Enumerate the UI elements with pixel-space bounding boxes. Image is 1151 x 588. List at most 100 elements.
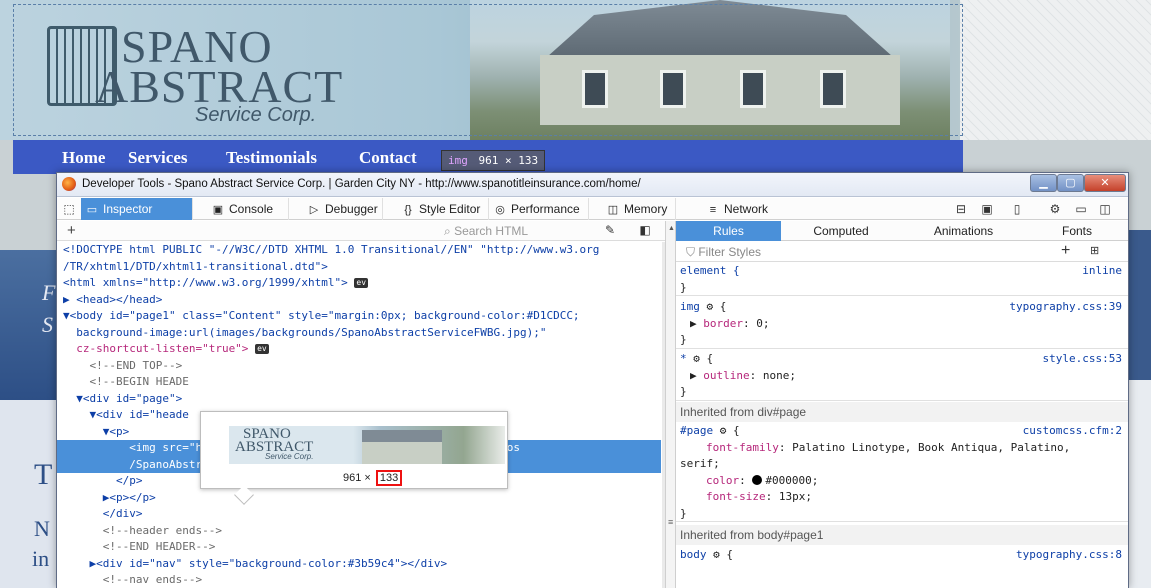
rule-source[interactable]: customcss.cfm:2 <box>1023 423 1122 440</box>
tree-line[interactable]: <!--BEGIN HEADE <box>57 374 661 391</box>
content-letter: N <box>34 516 50 541</box>
tree-line[interactable]: ▼<body id="page1" class="Content" style=… <box>57 308 661 325</box>
rule-selector[interactable]: * ⚙ {style.css:53 <box>676 351 1128 368</box>
nav-home[interactable]: Home <box>62 148 105 168</box>
event-badge[interactable]: ev <box>354 278 369 288</box>
tab-memory[interactable]: ◫ Memory <box>602 198 676 220</box>
tree-line[interactable]: ▶ <head></head> <box>57 292 661 309</box>
rule-property[interactable]: font-size: 13px; <box>676 489 1128 506</box>
tree-line[interactable]: </div> <box>57 506 661 523</box>
close-button[interactable]: ✕ <box>1084 174 1126 192</box>
console-icon: ▣ <box>212 204 224 216</box>
inherited-header: Inherited from body#page1 <box>676 525 1128 545</box>
tree-line[interactable]: <!--END TOP--> <box>57 358 661 375</box>
tree-line[interactable]: ▶<div id="nav" style="background-color:#… <box>57 556 661 573</box>
rule-property-cont: serif; <box>680 457 720 470</box>
responsive-mode-icon[interactable]: ▣ <box>979 201 995 217</box>
rule-selector[interactable]: element {inline <box>676 263 1128 280</box>
tree-line[interactable]: <!DOCTYPE html PUBLIC "-//W3C//DTD XHTML… <box>57 242 661 259</box>
rule-property[interactable]: ▶ border: 0; <box>676 316 1128 333</box>
markup-toolbar: + ⌕ Search HTML ✎ ◧ <box>57 221 665 241</box>
rule-source[interactable]: typography.css:8 <box>1016 547 1122 564</box>
sidebar-toggle-icon[interactable]: ◧ <box>637 222 653 238</box>
rule-gear-icon[interactable]: ⚙ <box>693 352 700 365</box>
add-rule-button[interactable]: + <box>1061 242 1070 260</box>
devtools-titlebar[interactable]: Developer Tools - Spano Abstract Service… <box>57 173 1128 197</box>
tab-computed[interactable]: Computed <box>781 221 901 241</box>
devtools-toolbar: ⬚ ▭ Inspector ▣ Console ▷ Debugger {} Style … <box>57 198 1128 220</box>
nav-contact[interactable]: Contact <box>359 148 417 168</box>
tab-performance[interactable]: ◎ Performance <box>489 198 589 220</box>
site-content-left: T N in <box>0 400 60 588</box>
rule-property[interactable]: color: #000000; <box>676 473 1128 490</box>
splitter-grip-icon: ≡ <box>668 517 674 527</box>
window-title: Developer Tools - Spano Abstract Service… <box>82 178 641 190</box>
rule-gear-icon[interactable]: ⚙ <box>720 424 727 437</box>
tab-fonts[interactable]: Fonts <box>1026 221 1128 241</box>
tree-line[interactable]: <html xmlns="http://www.w3.org/1999/xhtm… <box>57 275 661 292</box>
tree-line[interactable]: background-image:url(images/backgrounds/… <box>57 325 661 342</box>
content-letter: in <box>32 546 50 571</box>
tree-line[interactable]: <!--nav ends--> <box>57 572 661 588</box>
image-preview-tooltip: SPANO ABSTRACT Service Corp. 961 × 133 <box>200 411 508 505</box>
screenshot-icon[interactable]: ▯ <box>1009 201 1025 217</box>
rules-tabs: Rules Computed Animations Fonts <box>676 221 1128 241</box>
network-icon: ≡ <box>709 204 717 216</box>
rule-selector[interactable]: img ⚙ {typography.css:39 <box>676 299 1128 316</box>
element-size-badge: img 961 × 133 <box>441 150 546 171</box>
rule-close: } <box>676 332 1128 349</box>
tab-inspector[interactable]: ▭ Inspector <box>81 198 193 220</box>
tree-line[interactable]: /TR/xhtml1/DTD/xhtml1-transitional.dtd"> <box>57 259 661 276</box>
tab-rules[interactable]: Rules <box>676 221 781 241</box>
tab-animations[interactable]: Animations <box>901 221 1026 241</box>
site-header: SPANO ABSTRACT Service Corp. <box>0 0 1151 140</box>
rule-selector[interactable]: body ⚙ {typography.css:8 <box>676 547 1128 564</box>
pick-element-icon[interactable]: ⬚ <box>61 201 77 217</box>
filter-styles-input[interactable]: ⛉ Filter Styles + ⊞ <box>676 242 1128 262</box>
css-rules-list: element {inline } img ⚙ {typography.css:… <box>676 263 1128 588</box>
rule-source[interactable]: inline <box>1082 263 1122 280</box>
firefox-icon <box>62 177 76 191</box>
event-badge[interactable]: ev <box>255 344 269 354</box>
blueprint-graphic <box>960 0 1151 140</box>
search-html-input[interactable]: ⌕ Search HTML <box>444 222 594 240</box>
rule-property[interactable]: font-family: Palatino Linotype, Book Ant… <box>676 440 1128 457</box>
markup-panel: + ⌕ Search HTML ✎ ◧ <!DOCTYPE html PUBLI… <box>57 221 666 588</box>
tab-debugger[interactable]: ▷ Debugger <box>303 198 383 220</box>
search-icon: ⌕ <box>444 224 455 238</box>
tree-line[interactable]: <!--header ends--> <box>57 523 661 540</box>
badge-dims: 961 × 133 <box>478 154 539 167</box>
dock-side-icon[interactable]: ◫ <box>1097 201 1113 217</box>
tab-console[interactable]: ▣ Console <box>207 198 289 220</box>
rule-source[interactable]: typography.css:39 <box>1009 299 1122 316</box>
tree-line[interactable]: ▼<div id="page"> <box>57 391 661 408</box>
rule-property[interactable]: ▶ outline: none; <box>676 368 1128 385</box>
scroll-up-icon[interactable]: ▲ <box>668 225 675 232</box>
nav-services[interactable]: Services <box>128 148 187 168</box>
rule-selector[interactable]: #page ⚙ {customcss.cfm:2 <box>676 423 1128 440</box>
tree-line[interactable]: <!--END HEADER--> <box>57 539 661 556</box>
settings-gear-icon[interactable]: ⚙ <box>1047 201 1063 217</box>
eyedropper-icon[interactable]: ✎ <box>602 222 618 238</box>
nav-testimonials[interactable]: Testimonials <box>226 148 317 168</box>
tree-line[interactable]: ▶<p></p> <box>57 490 661 507</box>
split-console-icon[interactable]: ⊟ <box>953 201 969 217</box>
toggle-pseudo-classes-icon[interactable]: ⊞ <box>1090 244 1099 257</box>
rule-gear-icon[interactable]: ⚙ <box>707 300 714 313</box>
site-left-panel: F S <box>0 250 60 400</box>
tab-network[interactable]: ≡ Network <box>702 198 782 220</box>
rule-source[interactable]: style.css:53 <box>1043 351 1122 368</box>
rule-close: } <box>676 506 1128 522</box>
color-swatch[interactable] <box>752 474 763 485</box>
rule-gear-icon[interactable]: ⚙ <box>713 548 720 561</box>
inspector-highlight-outline <box>13 4 963 136</box>
panel-splitter[interactable]: ▲ ≡ <box>666 221 676 588</box>
maximize-button[interactable]: ▢ <box>1057 174 1084 192</box>
dock-bottom-icon[interactable]: ▭ <box>1073 201 1089 217</box>
minimize-button[interactable]: ▁ <box>1030 174 1057 192</box>
tree-line[interactable]: cz-shortcut-listen="true"> ev <box>57 341 661 358</box>
add-node-icon[interactable]: + <box>67 222 76 239</box>
filter-icon: ⛉ <box>686 245 699 259</box>
image-preview-thumbnail: SPANO ABSTRACT Service Corp. <box>229 426 505 464</box>
tab-style-editor[interactable]: {} Style Editor <box>397 198 489 220</box>
